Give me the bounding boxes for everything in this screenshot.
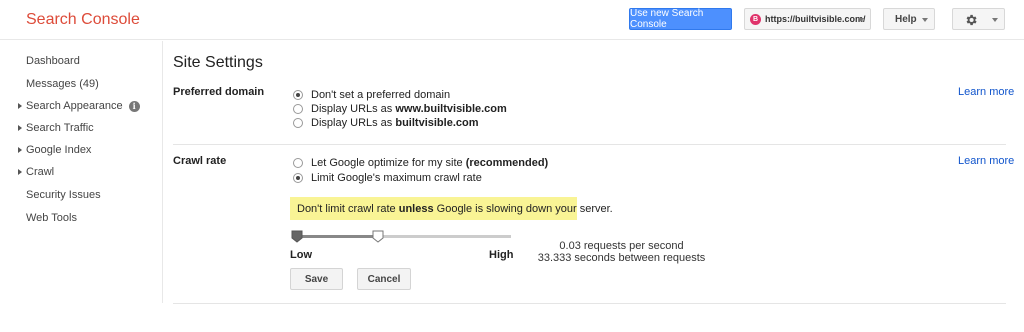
top-bar: Search Console Use new Search Console B … (0, 0, 1024, 40)
radio-label: Display URLs as (311, 117, 396, 129)
warning-emphasis: unless (398, 202, 434, 215)
sidebar-item-label: Security Issues (26, 189, 101, 201)
slider-min-marker-icon (291, 230, 303, 243)
info-icon[interactable]: i (128, 100, 140, 112)
radio-label: Limit Google's maximum crawl rate (311, 172, 482, 184)
sidebar-item-google-index[interactable]: Google Index (18, 144, 92, 156)
crawl-rate-warning: Don't limit crawl rate unless Google is … (290, 197, 613, 220)
radio-button[interactable] (293, 118, 303, 128)
app-logo[interactable]: Search Console (26, 11, 140, 29)
crawl-rate-slider-handle[interactable] (372, 230, 384, 243)
radio-button[interactable] (293, 158, 303, 168)
sidebar-item-label: Google Index (26, 144, 92, 156)
radio-www-domain[interactable]: Display URLs as www.builtvisible.com (293, 103, 507, 115)
radio-button[interactable] (293, 104, 303, 114)
sidebar-item-security-issues[interactable]: Security Issues (26, 189, 101, 201)
help-label: Help (895, 13, 917, 25)
radio-no-preferred-domain[interactable]: Don't set a preferred domain (293, 89, 450, 101)
sidebar-item-label: Search Appearance (26, 100, 123, 112)
site-url: https://builtvisible.com/ (765, 14, 866, 24)
preferred-domain-label: Preferred domain (173, 86, 265, 98)
warning-text: Don't limit crawl rate (297, 202, 399, 215)
radio-button[interactable] (293, 173, 303, 183)
crawl-rate-learn-more-link[interactable]: Learn more (958, 155, 1014, 167)
sidebar-item-search-traffic[interactable]: Search Traffic (18, 122, 94, 134)
help-button[interactable]: Help (883, 8, 935, 30)
save-button[interactable]: Save (290, 268, 343, 290)
sidebar-item-search-appearance[interactable]: Search Appearance i (18, 100, 140, 112)
radio-google-optimize[interactable]: Let Google optimize for my site (recomme… (293, 157, 548, 169)
section-divider (173, 303, 1006, 304)
crawl-rate-label: Crawl rate (173, 155, 227, 167)
radio-non-www-domain[interactable]: Display URLs as builtvisible.com (293, 117, 479, 129)
settings-button[interactable] (952, 8, 1005, 30)
sidebar: Dashboard Messages (49) Search Appearanc… (0, 41, 163, 303)
use-new-search-console-button[interactable]: Use new Search Console (629, 8, 732, 30)
page-title: Site Settings (173, 54, 263, 71)
warning-text: Google is slowing down your server. (433, 202, 613, 215)
sidebar-item-label: Dashboard (26, 55, 80, 67)
requests-per-second: 0.03 requests per second (559, 240, 684, 252)
crawl-rate-slider-fill (293, 235, 379, 238)
radio-label-domain: builtvisible.com (395, 117, 479, 129)
expand-arrow-icon (18, 125, 22, 131)
section-divider (173, 144, 1006, 145)
expand-arrow-icon (18, 169, 22, 175)
sidebar-item-dashboard[interactable]: Dashboard (26, 55, 80, 67)
seconds-between-requests: 33.333 seconds between requests (537, 252, 706, 264)
sidebar-item-label: Messages (49) (26, 78, 99, 90)
radio-label: Display URLs as (311, 103, 396, 115)
sidebar-item-label: Crawl (26, 166, 55, 178)
sidebar-item-label: Search Traffic (26, 122, 94, 134)
site-favicon-icon: B (750, 13, 761, 25)
radio-label: Don't set a preferred domain (311, 89, 451, 101)
radio-button[interactable] (293, 90, 303, 100)
chevron-down-icon (922, 18, 928, 22)
slider-high-label: High (489, 249, 514, 261)
expand-arrow-icon (18, 147, 22, 153)
site-selector[interactable]: B https://builtvisible.com/ (744, 8, 871, 30)
crawl-rate-slider-track[interactable] (293, 235, 511, 238)
preferred-domain-learn-more-link[interactable]: Learn more (958, 86, 1014, 98)
radio-label: Let Google optimize for my site (311, 157, 466, 169)
chevron-down-icon (992, 18, 998, 22)
chevron-down-icon (858, 18, 864, 22)
sidebar-item-web-tools[interactable]: Web Tools (26, 212, 77, 224)
radio-label-domain: www.builtvisible.com (395, 103, 507, 115)
expand-arrow-icon (18, 103, 22, 109)
radio-limit-crawl-rate[interactable]: Limit Google's maximum crawl rate (293, 172, 482, 184)
gear-icon (966, 14, 977, 26)
sidebar-item-messages[interactable]: Messages (49) (26, 78, 99, 90)
radio-label-recommended: (recommended) (465, 157, 549, 169)
sidebar-item-label: Web Tools (26, 212, 77, 224)
cancel-button[interactable]: Cancel (357, 268, 411, 290)
sidebar-item-crawl[interactable]: Crawl (18, 166, 55, 178)
slider-low-label: Low (290, 249, 312, 261)
